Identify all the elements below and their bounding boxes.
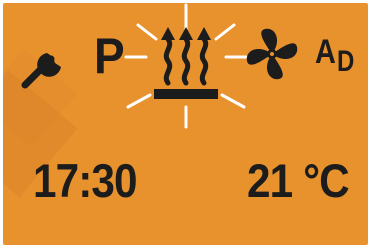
display-screen: P A D 17:30 21 °C <box>3 3 368 245</box>
auto-label-sub: D <box>337 45 355 78</box>
wrench-icon <box>21 41 72 89</box>
fan-icon <box>246 28 298 80</box>
auto-label-main: A <box>315 33 336 71</box>
time-readout: 17:30 <box>33 154 138 207</box>
temperature-readout: 21 °C <box>247 154 350 207</box>
heating-active-icon <box>124 3 248 129</box>
